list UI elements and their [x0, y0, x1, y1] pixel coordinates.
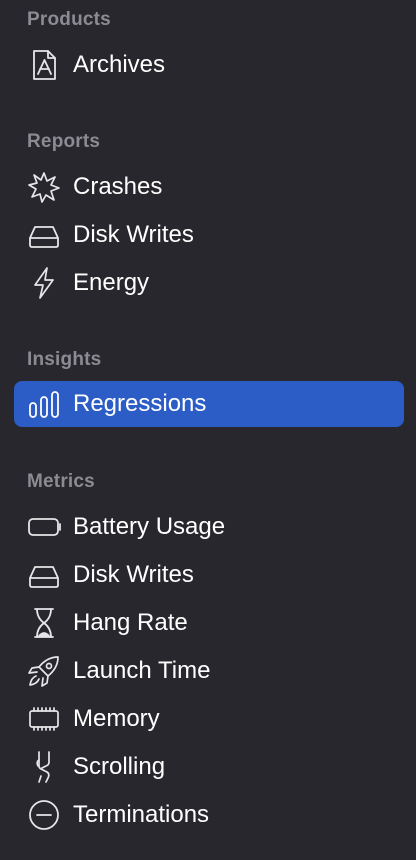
sidebar-item-label: Disk Writes: [73, 561, 194, 588]
scroll-gesture-icon: [27, 750, 61, 784]
sidebar-item-battery-usage[interactable]: Battery Usage: [14, 504, 404, 550]
sidebar-item-label: Scrolling: [73, 753, 166, 780]
sidebar-item-label: Crashes: [73, 173, 163, 200]
sidebar-item-launch-time[interactable]: Launch Time: [14, 648, 404, 694]
sidebar-item-scrolling[interactable]: Scrolling: [14, 744, 404, 790]
sidebar-item-memory[interactable]: Memory: [14, 696, 404, 742]
section-header-insights: Insights: [27, 349, 102, 370]
sidebar-item-label: Regressions: [73, 390, 207, 417]
memory-chip-icon: [27, 702, 61, 736]
sidebar-item-label: Energy: [73, 269, 150, 296]
sidebar-item-label: Memory: [73, 705, 160, 732]
disk-drive-icon: [27, 218, 61, 252]
sidebar-item-label: Disk Writes: [73, 221, 194, 248]
sidebar-item-crashes[interactable]: Crashes: [14, 164, 404, 210]
disk-drive-icon: [27, 558, 61, 592]
section-header-products: Products: [27, 9, 111, 30]
sidebar-item-label: Battery Usage: [73, 513, 226, 540]
crash-burst-icon: [27, 170, 61, 204]
sidebar-item-terminations[interactable]: Terminations: [14, 792, 404, 838]
sidebar-item-label: Terminations: [73, 801, 210, 828]
sidebar-item-energy[interactable]: Energy: [14, 260, 404, 306]
bolt-icon: [27, 266, 61, 300]
sidebar-item-archives[interactable]: Archives: [14, 42, 404, 88]
sidebar-item-disk-writes[interactable]: Disk Writes: [14, 212, 404, 258]
sidebar-item-regressions[interactable]: Regressions: [14, 381, 404, 427]
sidebar-item-label: Archives: [73, 51, 166, 78]
sidebar-item-disk-writes-metrics[interactable]: Disk Writes: [14, 552, 404, 598]
battery-icon: [27, 510, 61, 544]
bar-chart-icon: [27, 387, 61, 421]
sidebar-item-label: Hang Rate: [73, 609, 188, 636]
sidebar-item-hang-rate[interactable]: Hang Rate: [14, 600, 404, 646]
section-header-reports: Reports: [27, 131, 101, 152]
minus-circle-icon: [27, 798, 61, 832]
sidebar-item-label: Launch Time: [73, 657, 211, 684]
rocket-icon: [27, 654, 61, 688]
archive-app-icon: [27, 48, 61, 82]
hourglass-icon: [27, 606, 61, 640]
section-header-metrics: Metrics: [27, 471, 95, 492]
sidebar: Products Archives Reports Crashes Disk W…: [0, 0, 416, 860]
